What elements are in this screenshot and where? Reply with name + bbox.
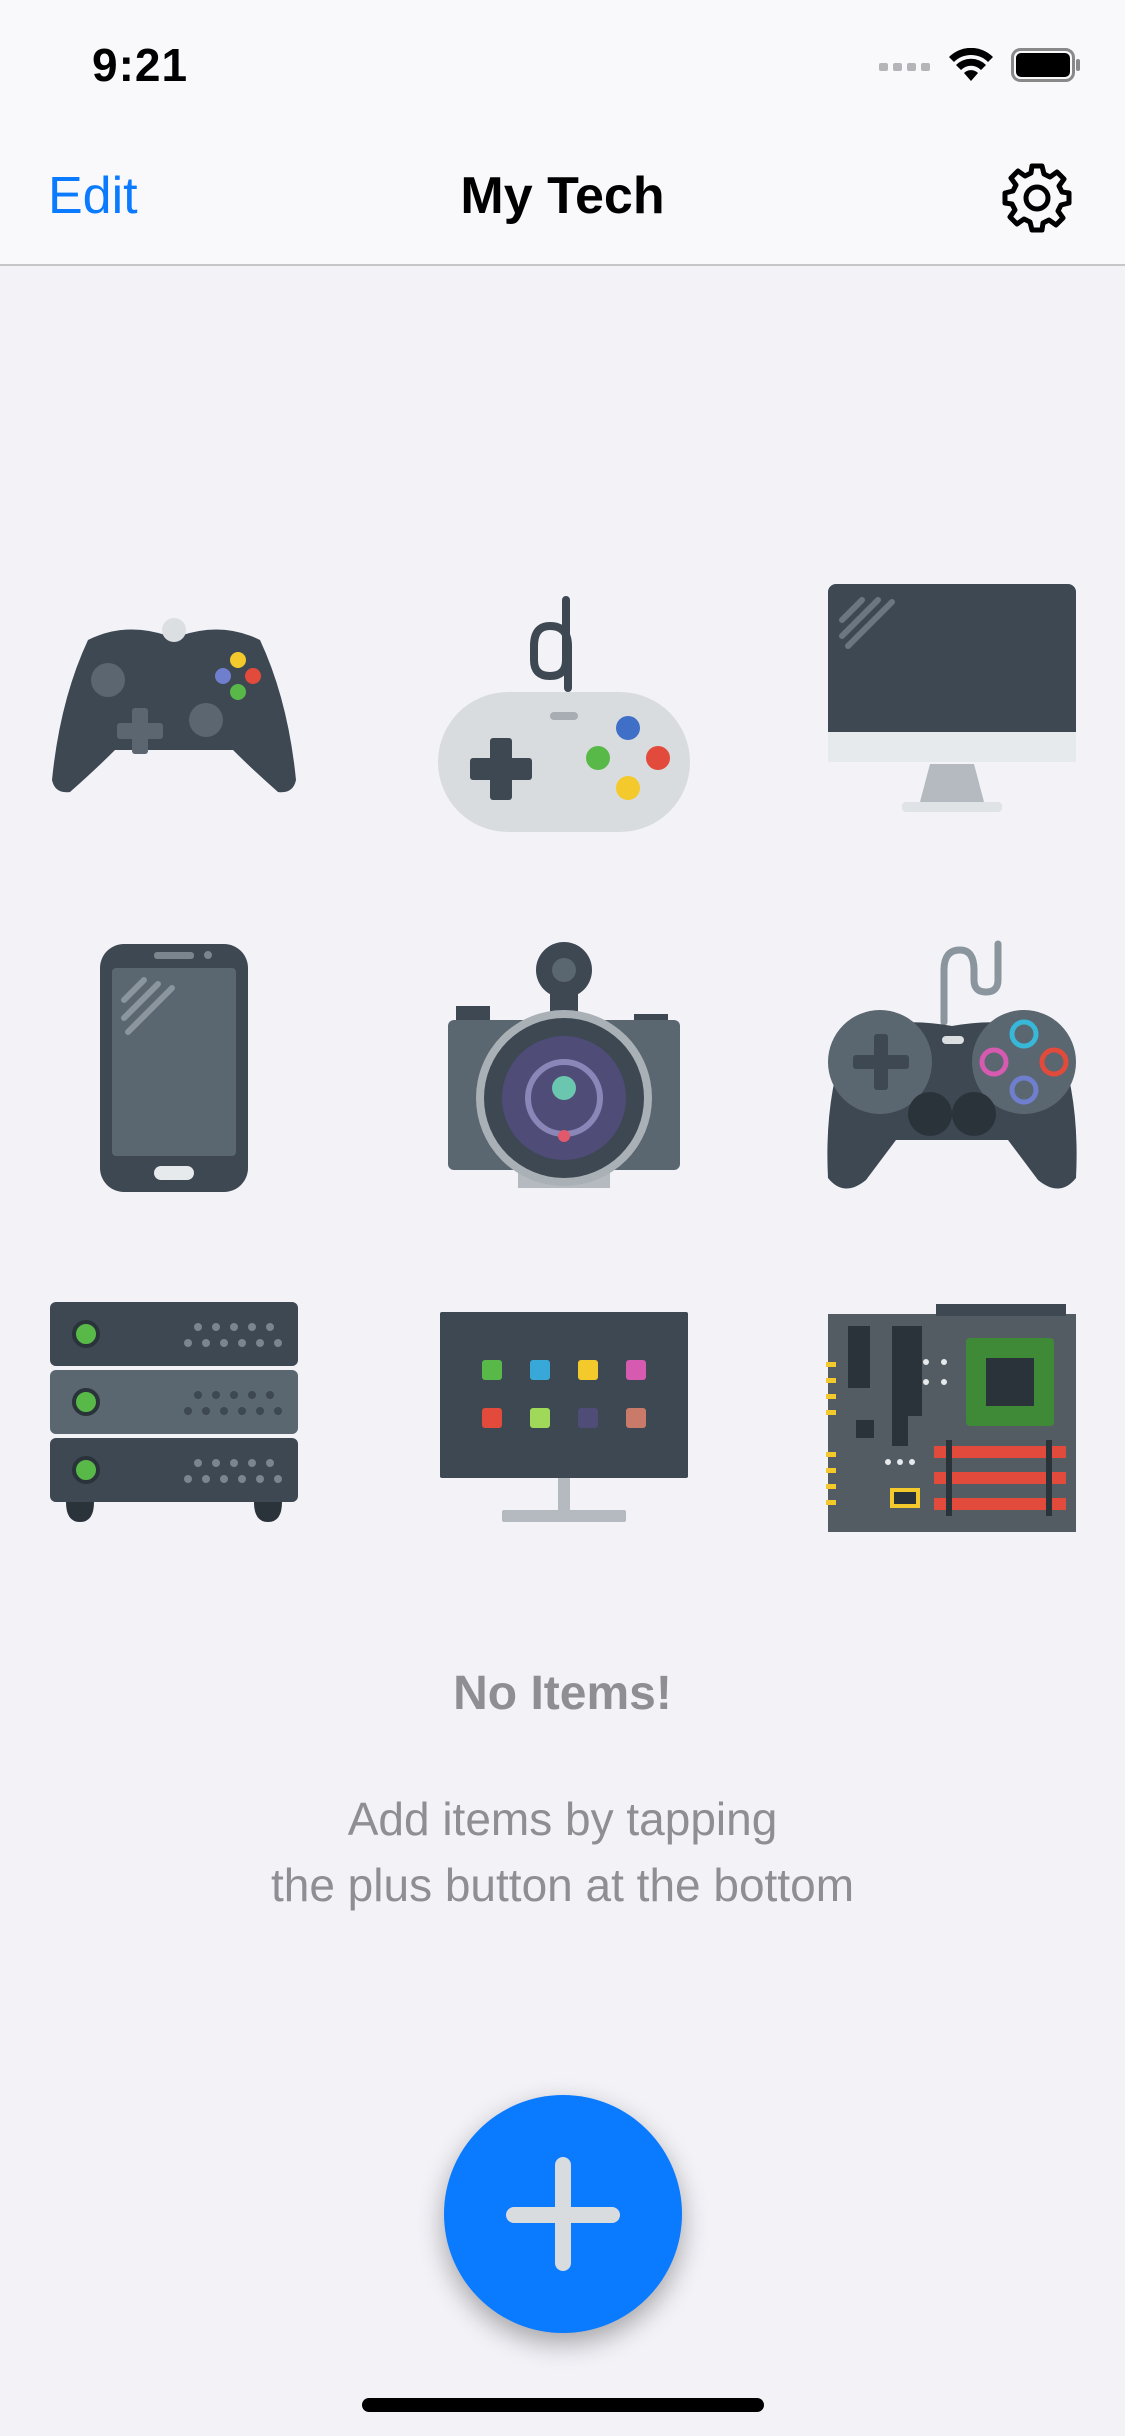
smartphone-icon <box>100 944 248 1192</box>
camera-tile <box>438 940 690 1192</box>
motherboard-icon <box>826 1304 1076 1532</box>
motherboard-tile <box>826 1302 1078 1554</box>
smartphone-tile <box>48 940 300 1192</box>
battery-icon <box>1011 48 1080 82</box>
server-rack-icon <box>50 1302 298 1522</box>
empty-state-line-1: Add items by tapping <box>347 1793 778 1845</box>
empty-state-line-2: the plus button at the bottom <box>270 1859 855 1911</box>
empty-state-message: Add items by tapping the plus button at … <box>0 1786 1125 1918</box>
settings-button[interactable] <box>999 160 1075 236</box>
gear-icon <box>1002 163 1072 233</box>
page-title: My Tech <box>460 167 665 225</box>
desktop-monitor-icon <box>828 584 1076 812</box>
add-item-button[interactable] <box>444 2095 682 2333</box>
xbox-controller-tile <box>48 580 300 832</box>
camera-icon <box>448 942 680 1188</box>
snes-controller-tile <box>438 580 690 832</box>
server-rack-tile <box>48 1302 300 1554</box>
navigation-bar: Edit My Tech <box>0 130 1125 266</box>
tv-display-tile <box>438 1302 690 1554</box>
plus-icon <box>506 2157 620 2271</box>
empty-state-title: No Items! <box>453 1667 672 1720</box>
status-bar: 9:21 <box>0 0 1125 130</box>
wifi-icon <box>949 48 993 81</box>
status-time: 9:21 <box>92 39 189 91</box>
xbox-controller-icon <box>52 618 296 793</box>
playstation-controller-icon <box>827 940 1077 1189</box>
playstation-controller-tile <box>826 940 1078 1192</box>
cellular-signal-icon <box>879 63 930 71</box>
snes-controller-icon <box>438 596 690 832</box>
tv-display-icon <box>440 1312 688 1522</box>
desktop-monitor-tile <box>826 580 1078 832</box>
status-icons <box>879 48 1081 82</box>
home-indicator[interactable] <box>362 2398 764 2412</box>
